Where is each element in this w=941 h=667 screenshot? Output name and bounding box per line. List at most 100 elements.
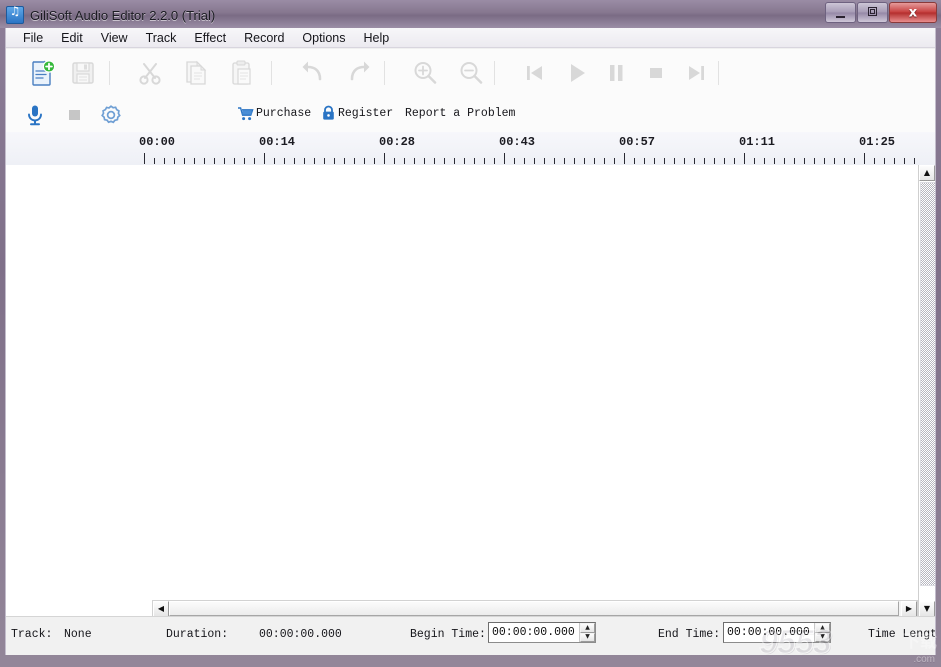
ruler-tick-minor [544, 158, 545, 164]
scroll-right-button[interactable]: ▶ [901, 601, 917, 617]
horizontal-scrollbar[interactable]: ◀ ▶ [152, 600, 918, 617]
scroll-up-button[interactable]: ▲ [919, 165, 935, 181]
undo-button[interactable] [293, 53, 333, 93]
record-microphone-button[interactable] [18, 100, 52, 130]
ruler-tick-minor [594, 158, 595, 164]
skip-to-end-button[interactable] [676, 53, 716, 93]
end-time-down-button[interactable]: ▼ [815, 632, 830, 642]
settings-button[interactable] [94, 100, 128, 130]
ruler-tick-minor [184, 158, 185, 164]
close-button[interactable]: x [889, 2, 937, 23]
clipboard-icon [232, 60, 251, 85]
menu-item-file[interactable]: File [14, 29, 52, 47]
status-bar: Track: None Duration: 00:00:00.000 Begin… [6, 616, 935, 655]
menu-item-help[interactable]: Help [355, 29, 399, 47]
ruler-tick-minor [524, 158, 525, 164]
ruler-tick-major [384, 153, 385, 164]
menu-item-edit[interactable]: Edit [52, 29, 92, 47]
paste-button[interactable] [221, 53, 261, 93]
register-link[interactable]: Register [321, 104, 393, 122]
ruler-tick-minor [824, 158, 825, 164]
ruler-tick-minor [434, 158, 435, 164]
ruler-tick-minor [394, 158, 395, 164]
ruler-tick-minor [704, 158, 705, 164]
ruler-tick-minor [414, 158, 415, 164]
waveform-canvas[interactable]: ▲ ▼ [6, 165, 935, 617]
ruler-tick-minor [734, 158, 735, 164]
skip-to-start-icon [527, 66, 542, 80]
ruler-tick-minor [784, 158, 785, 164]
begin-time-up-button[interactable]: ▲ [580, 623, 595, 633]
redo-arrow-icon [350, 61, 370, 81]
ruler-tick-minor [194, 158, 195, 164]
zoom-in-button[interactable] [405, 53, 445, 93]
ruler-tick-minor [324, 158, 325, 164]
ruler-tick-minor [424, 158, 425, 164]
menu-item-view[interactable]: View [92, 29, 137, 47]
skip-to-end-icon [689, 66, 704, 80]
copy-icon [186, 60, 207, 85]
report-problem-link-label: Report a Problem [405, 106, 516, 120]
scroll-down-button[interactable]: ▼ [919, 601, 935, 617]
ruler-label: 00:14 [258, 135, 296, 149]
ruler-tick-minor [834, 158, 835, 164]
ruler-tick-minor [614, 158, 615, 164]
menu-item-record[interactable]: Record [235, 29, 293, 47]
skip-to-start-button[interactable] [515, 53, 555, 93]
cut-button[interactable] [130, 53, 170, 93]
ruler-tick-minor [814, 158, 815, 164]
vertical-scrollbar[interactable]: ▲ ▼ [918, 165, 935, 617]
begin-time-value[interactable]: 00:00:00.000 [489, 623, 579, 642]
purchase-link[interactable]: Purchase [237, 104, 311, 122]
report-problem-link[interactable]: Report a Problem [405, 104, 515, 122]
toolbar-separator [718, 61, 719, 85]
ruler-tick-minor [654, 158, 655, 164]
ruler-tick-minor [894, 158, 895, 164]
menu-bar: File Edit View Track Effect Record Optio… [6, 28, 935, 48]
ruler-tick-minor [154, 158, 155, 164]
maximize-button[interactable] [857, 2, 888, 23]
minimize-button[interactable] [825, 2, 856, 23]
end-time-up-button[interactable]: ▲ [815, 623, 830, 633]
play-button[interactable] [557, 53, 597, 93]
ruler-tick-major [144, 153, 145, 164]
stop-record-button[interactable] [58, 100, 92, 130]
begin-time-stepper[interactable]: ▲ ▼ [579, 623, 595, 642]
ruler-tick-minor [234, 158, 235, 164]
ruler-tick-minor [514, 158, 515, 164]
pause-button[interactable] [596, 53, 636, 93]
redo-button[interactable] [339, 53, 379, 93]
stop-square-icon [69, 110, 80, 120]
minimize-icon [836, 16, 845, 18]
scroll-left-button[interactable]: ◀ [153, 601, 169, 617]
ruler-tick-minor [684, 158, 685, 164]
stop-button[interactable] [636, 53, 676, 93]
shopping-cart-icon [238, 106, 254, 120]
horizontal-scroll-thumb[interactable] [169, 601, 899, 616]
copy-button[interactable] [175, 53, 215, 93]
save-button[interactable] [63, 53, 103, 93]
begin-time-down-button[interactable]: ▼ [580, 632, 595, 642]
ruler-tick-minor [914, 158, 915, 164]
zoom-out-icon [460, 62, 483, 84]
vertical-scroll-thumb[interactable] [920, 182, 935, 586]
menu-item-track[interactable]: Track [137, 29, 186, 47]
ruler-tick-minor [374, 158, 375, 164]
begin-time-field[interactable]: 00:00:00.000 ▲ ▼ [488, 622, 596, 643]
application-window: GiliSoft Audio Editor 2.2.0 (Trial) x Fi… [0, 0, 941, 667]
new-file-button[interactable] [22, 53, 62, 93]
watermark-sub: .com [913, 654, 935, 665]
menu-item-effect[interactable]: Effect [185, 29, 235, 47]
ruler-tick-minor [574, 158, 575, 164]
menu-item-options[interactable]: Options [293, 29, 354, 47]
ruler-tick-major [864, 153, 865, 164]
ruler-tick-minor [634, 158, 635, 164]
end-time-stepper[interactable]: ▲ ▼ [814, 623, 830, 642]
ruler-tick-minor [244, 158, 245, 164]
timeline-ruler[interactable]: 00:00 00:14 00:28 00:43 00:57 01:11 01:25 [6, 132, 935, 166]
ruler-tick-minor [404, 158, 405, 164]
zoom-in-icon [414, 62, 437, 84]
end-time-value[interactable]: 00:00:00.000 [724, 623, 814, 642]
end-time-field[interactable]: 00:00:00.000 ▲ ▼ [723, 622, 831, 643]
zoom-out-button[interactable] [451, 53, 491, 93]
